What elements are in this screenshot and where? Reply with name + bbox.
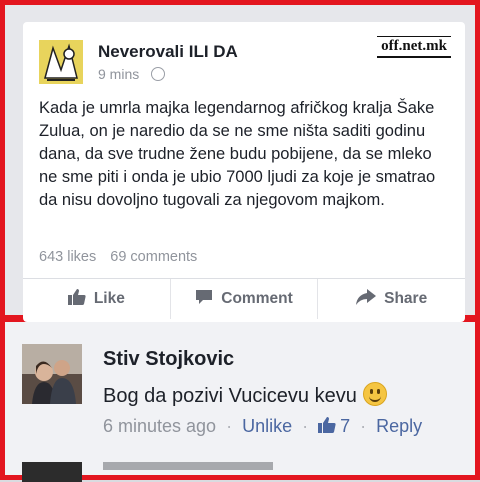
page-name[interactable]: Neverovali ILI DA — [98, 42, 238, 62]
comments-count[interactable]: 69 comments — [110, 249, 197, 265]
likes-count[interactable]: 643 likes — [39, 249, 96, 265]
unlike-link[interactable]: Unlike — [242, 416, 292, 437]
share-label: Share — [384, 290, 428, 307]
thumbs-up-icon — [318, 417, 336, 433]
next-comment-avatar — [22, 462, 82, 482]
post-card: Neverovali ILI DA 9 mins off.net.mk Kada… — [23, 22, 465, 322]
post-panel: Neverovali ILI DA 9 mins off.net.mk Kada… — [5, 5, 475, 322]
globe-icon — [151, 67, 166, 81]
commenter-name[interactable]: Stiv Stojkovic — [103, 348, 234, 371]
post-time[interactable]: 9 mins — [98, 66, 139, 82]
comment-time[interactable]: 6 minutes ago — [103, 416, 216, 437]
share-arrow-icon — [356, 288, 377, 310]
like-label: Like — [93, 290, 125, 307]
share-button[interactable]: Share — [317, 279, 465, 319]
next-comment-name-cropped — [103, 462, 273, 482]
post-text: Kada je umrla majka legendarnog afričkog… — [39, 99, 436, 209]
watermark: off.net.mk — [377, 36, 451, 58]
comment-like-count[interactable]: 7 — [318, 416, 350, 437]
comment-text: Bog da pozivi Vucicevu kevu — [103, 382, 387, 408]
commenter-avatar[interactable] — [22, 344, 82, 404]
comment-label: Comment — [221, 290, 293, 307]
separator-dot: · — [360, 416, 367, 436]
comment-button[interactable]: Comment — [169, 279, 318, 319]
thumbs-up-icon — [67, 288, 86, 310]
comment-body: Bog da pozivi Vucicevu kevu — [103, 385, 357, 407]
post-timestamp: 9 mins — [98, 66, 166, 82]
comment-panel: Stiv Stojkovic Bog da pozivi Vucicevu ke… — [5, 322, 475, 482]
like-count-value: 7 — [340, 416, 351, 436]
page-avatar[interactable] — [39, 40, 83, 84]
comment-meta: 6 minutes ago · Unlike · 7 · Reply — [103, 416, 422, 437]
post-stats: 643 likes 69 comments — [39, 249, 197, 265]
smiley-emoji-icon — [362, 382, 387, 406]
post-actions: Like Comment Share — [23, 279, 465, 319]
separator-dot: · — [302, 416, 309, 436]
reply-link[interactable]: Reply — [376, 416, 422, 437]
separator-dot: · — [226, 416, 233, 436]
comment-icon — [195, 289, 213, 310]
like-button[interactable]: Like — [23, 279, 170, 319]
